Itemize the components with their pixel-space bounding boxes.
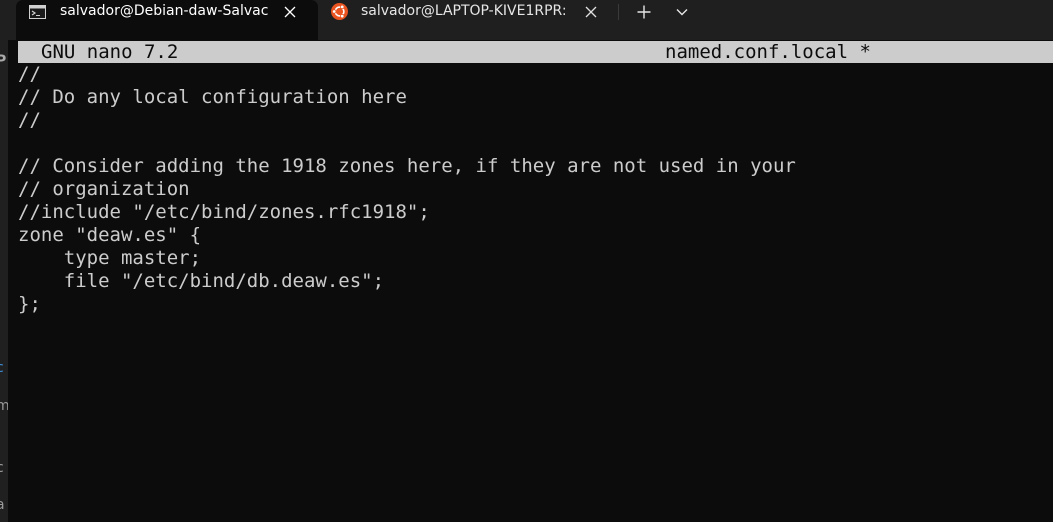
editor-line: //	[18, 109, 41, 131]
tab-ubuntu[interactable]: salvador@LAPTOP-KIVE1RPR: ·	[318, 0, 614, 34]
tab-title: salvador@Debian-daw-Salvac	[60, 3, 268, 19]
editor-line: type master;	[18, 247, 202, 269]
editor-buffer[interactable]: // // Do any local configuration here //…	[18, 63, 1048, 316]
nano-title-bar: GNU nano 7.2 named.conf.local *	[18, 41, 1053, 63]
background-text-fragment: c	[0, 360, 4, 376]
ubuntu-icon	[331, 3, 348, 20]
editor-line: file "/etc/bind/db.deaw.es";	[18, 270, 385, 292]
editor-line: // organization	[18, 178, 190, 200]
close-icon[interactable]	[579, 0, 603, 24]
editor-line: //	[18, 63, 41, 85]
close-icon[interactable]	[278, 0, 302, 24]
nano-filename: named.conf.local *	[665, 41, 871, 63]
tab-debian[interactable]: salvador@Debian-daw-Salvac	[16, 0, 318, 40]
background-text-fragment: m	[0, 398, 8, 414]
terminal-icon	[29, 4, 46, 19]
tab-separator	[618, 4, 619, 20]
background-text-fragment: P	[0, 53, 7, 69]
editor-line: zone "deaw.es" {	[18, 224, 202, 246]
tab-title: salvador@LAPTOP-KIVE1RPR: ·	[361, 3, 568, 19]
terminal-window[interactable]: GNU nano 7.2 named.conf.local * // // Do…	[8, 40, 1053, 522]
editor-line: // Do any local configuration here	[18, 86, 407, 108]
background-text-fragment: c	[0, 460, 4, 476]
nano-version: GNU nano 7.2	[41, 41, 179, 63]
editor-line: //include "/etc/bind/zones.rfc1918";	[18, 201, 430, 223]
tab-bar: salvador@Debian-daw-Salvac salvador@LAPT…	[0, 0, 1053, 40]
background-text-fragment: a	[0, 497, 5, 513]
editor-line: };	[18, 293, 41, 315]
chevron-down-icon[interactable]	[670, 0, 694, 24]
background-window-edge: P c m c a	[0, 40, 8, 522]
editor-line: // Consider adding the 1918 zones here, …	[18, 155, 796, 177]
plus-icon[interactable]	[631, 0, 657, 24]
